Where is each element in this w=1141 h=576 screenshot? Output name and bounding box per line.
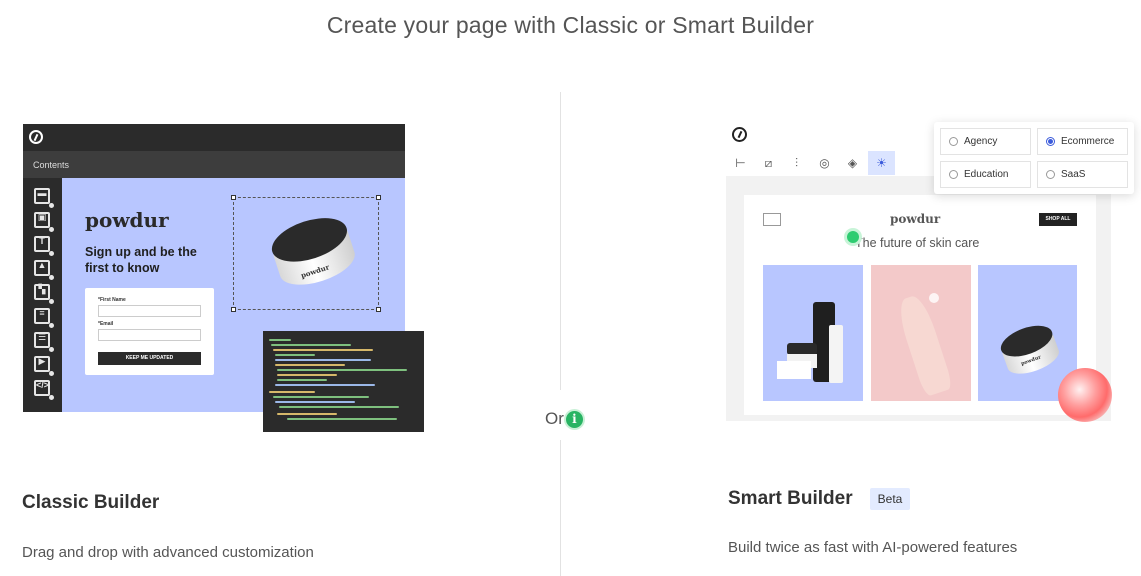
first-name-field[interactable] xyxy=(98,305,201,317)
smart-builder-title[interactable]: Smart Builder xyxy=(728,488,853,510)
divider-top xyxy=(560,92,561,390)
form-icon[interactable]: ☰ xyxy=(34,332,54,352)
custom-code-panel[interactable] xyxy=(263,331,424,432)
first-name-label: *First Name xyxy=(98,297,126,303)
smart-mock-brand: powdur xyxy=(890,212,941,226)
ai-cursor-dot xyxy=(847,231,859,243)
product-tile-hand xyxy=(871,265,971,401)
radio-education[interactable] xyxy=(949,170,958,179)
or-label: Or xyxy=(545,409,564,428)
industry-option-agency[interactable]: Agency xyxy=(940,128,1031,155)
resize-handle[interactable] xyxy=(231,307,236,312)
ideas-icon[interactable]: ☀ xyxy=(868,151,895,175)
section-icon[interactable]: ▬ xyxy=(34,188,54,208)
industry-label: SaaS xyxy=(1061,169,1086,180)
product-tile-bottles xyxy=(763,265,863,401)
smart-builder-description: Build twice as fast with AI-powered feat… xyxy=(728,539,1018,556)
email-label: *Email xyxy=(98,321,114,327)
target-icon[interactable]: ◎ xyxy=(811,151,838,175)
brand-logo-icon xyxy=(29,130,43,144)
resize-handle[interactable] xyxy=(376,307,381,312)
signup-line-1: Sign up and be the xyxy=(85,245,197,259)
mock-signup-heading: Sign up and be the first to know xyxy=(85,244,197,276)
page-headline: Create your page with Classic or Smart B… xyxy=(326,12,815,38)
industry-option-ecommerce[interactable]: Ecommerce xyxy=(1037,128,1128,155)
signup-line-2: first to know xyxy=(85,261,160,275)
email-field[interactable] xyxy=(98,329,201,341)
contents-bar: Contents xyxy=(23,151,405,178)
image-text-icon[interactable]: ▚ xyxy=(34,284,54,304)
radio-saas[interactable] xyxy=(1046,170,1055,179)
video-icon[interactable]: ▶ xyxy=(34,356,54,376)
classic-topbar xyxy=(23,124,405,151)
list-icon[interactable]: ≡ xyxy=(34,308,54,328)
classic-builder-description: Drag and drop with advanced customizatio… xyxy=(22,544,314,561)
mock-brand: powdur xyxy=(85,208,169,232)
sections-icon[interactable]: ⊢ xyxy=(727,151,754,175)
ai-orb-icon xyxy=(1058,368,1112,422)
industry-label: Education xyxy=(964,169,1009,180)
image-icon[interactable]: ▲ xyxy=(34,260,54,280)
beta-badge: Beta xyxy=(870,488,910,510)
resize-handle[interactable] xyxy=(231,195,236,200)
divider-bottom xyxy=(560,440,561,576)
industry-option-saas[interactable]: SaaS xyxy=(1037,161,1128,188)
industry-selector: Agency Ecommerce Education SaaS xyxy=(934,122,1134,194)
smart-mock-tagline: The future of skin care xyxy=(855,236,980,250)
industry-label: Ecommerce xyxy=(1061,136,1115,147)
code-icon[interactable]: </> xyxy=(34,380,54,400)
classic-tool-sidebar: ▬ ▣ T ▲ ▚ ≡ ☰ ▶ </> xyxy=(23,178,62,412)
radio-agency[interactable] xyxy=(949,137,958,146)
brand-logo-icon xyxy=(732,127,747,142)
keep-me-updated-button[interactable]: KEEP ME UPDATED xyxy=(98,352,201,365)
text-icon[interactable]: T xyxy=(34,236,54,256)
classic-builder-title[interactable]: Classic Builder xyxy=(22,492,159,514)
info-icon[interactable]: i xyxy=(565,410,583,428)
radio-ecommerce[interactable] xyxy=(1046,137,1055,146)
shop-all-button[interactable]: SHOP ALL xyxy=(1039,213,1077,226)
theme-icon[interactable]: ◈ xyxy=(839,151,866,175)
industry-label: Agency xyxy=(964,136,998,147)
industry-option-education[interactable]: Education xyxy=(940,161,1031,188)
layout-icon[interactable]: ⧄ xyxy=(755,151,782,175)
or-separator: Or i xyxy=(545,408,583,430)
image-frame-icon[interactable]: ▣ xyxy=(34,212,54,232)
mock-signup-form: *First Name *Email KEEP ME UPDATED xyxy=(85,288,214,375)
menu-icon xyxy=(763,213,781,226)
sliders-icon[interactable]: ⫶ xyxy=(783,151,810,175)
contents-label: Contents xyxy=(33,160,70,170)
selected-image-frame[interactable]: powdur xyxy=(231,195,381,313)
resize-handle[interactable] xyxy=(376,195,381,200)
product-jar-image: powdur xyxy=(260,201,370,313)
